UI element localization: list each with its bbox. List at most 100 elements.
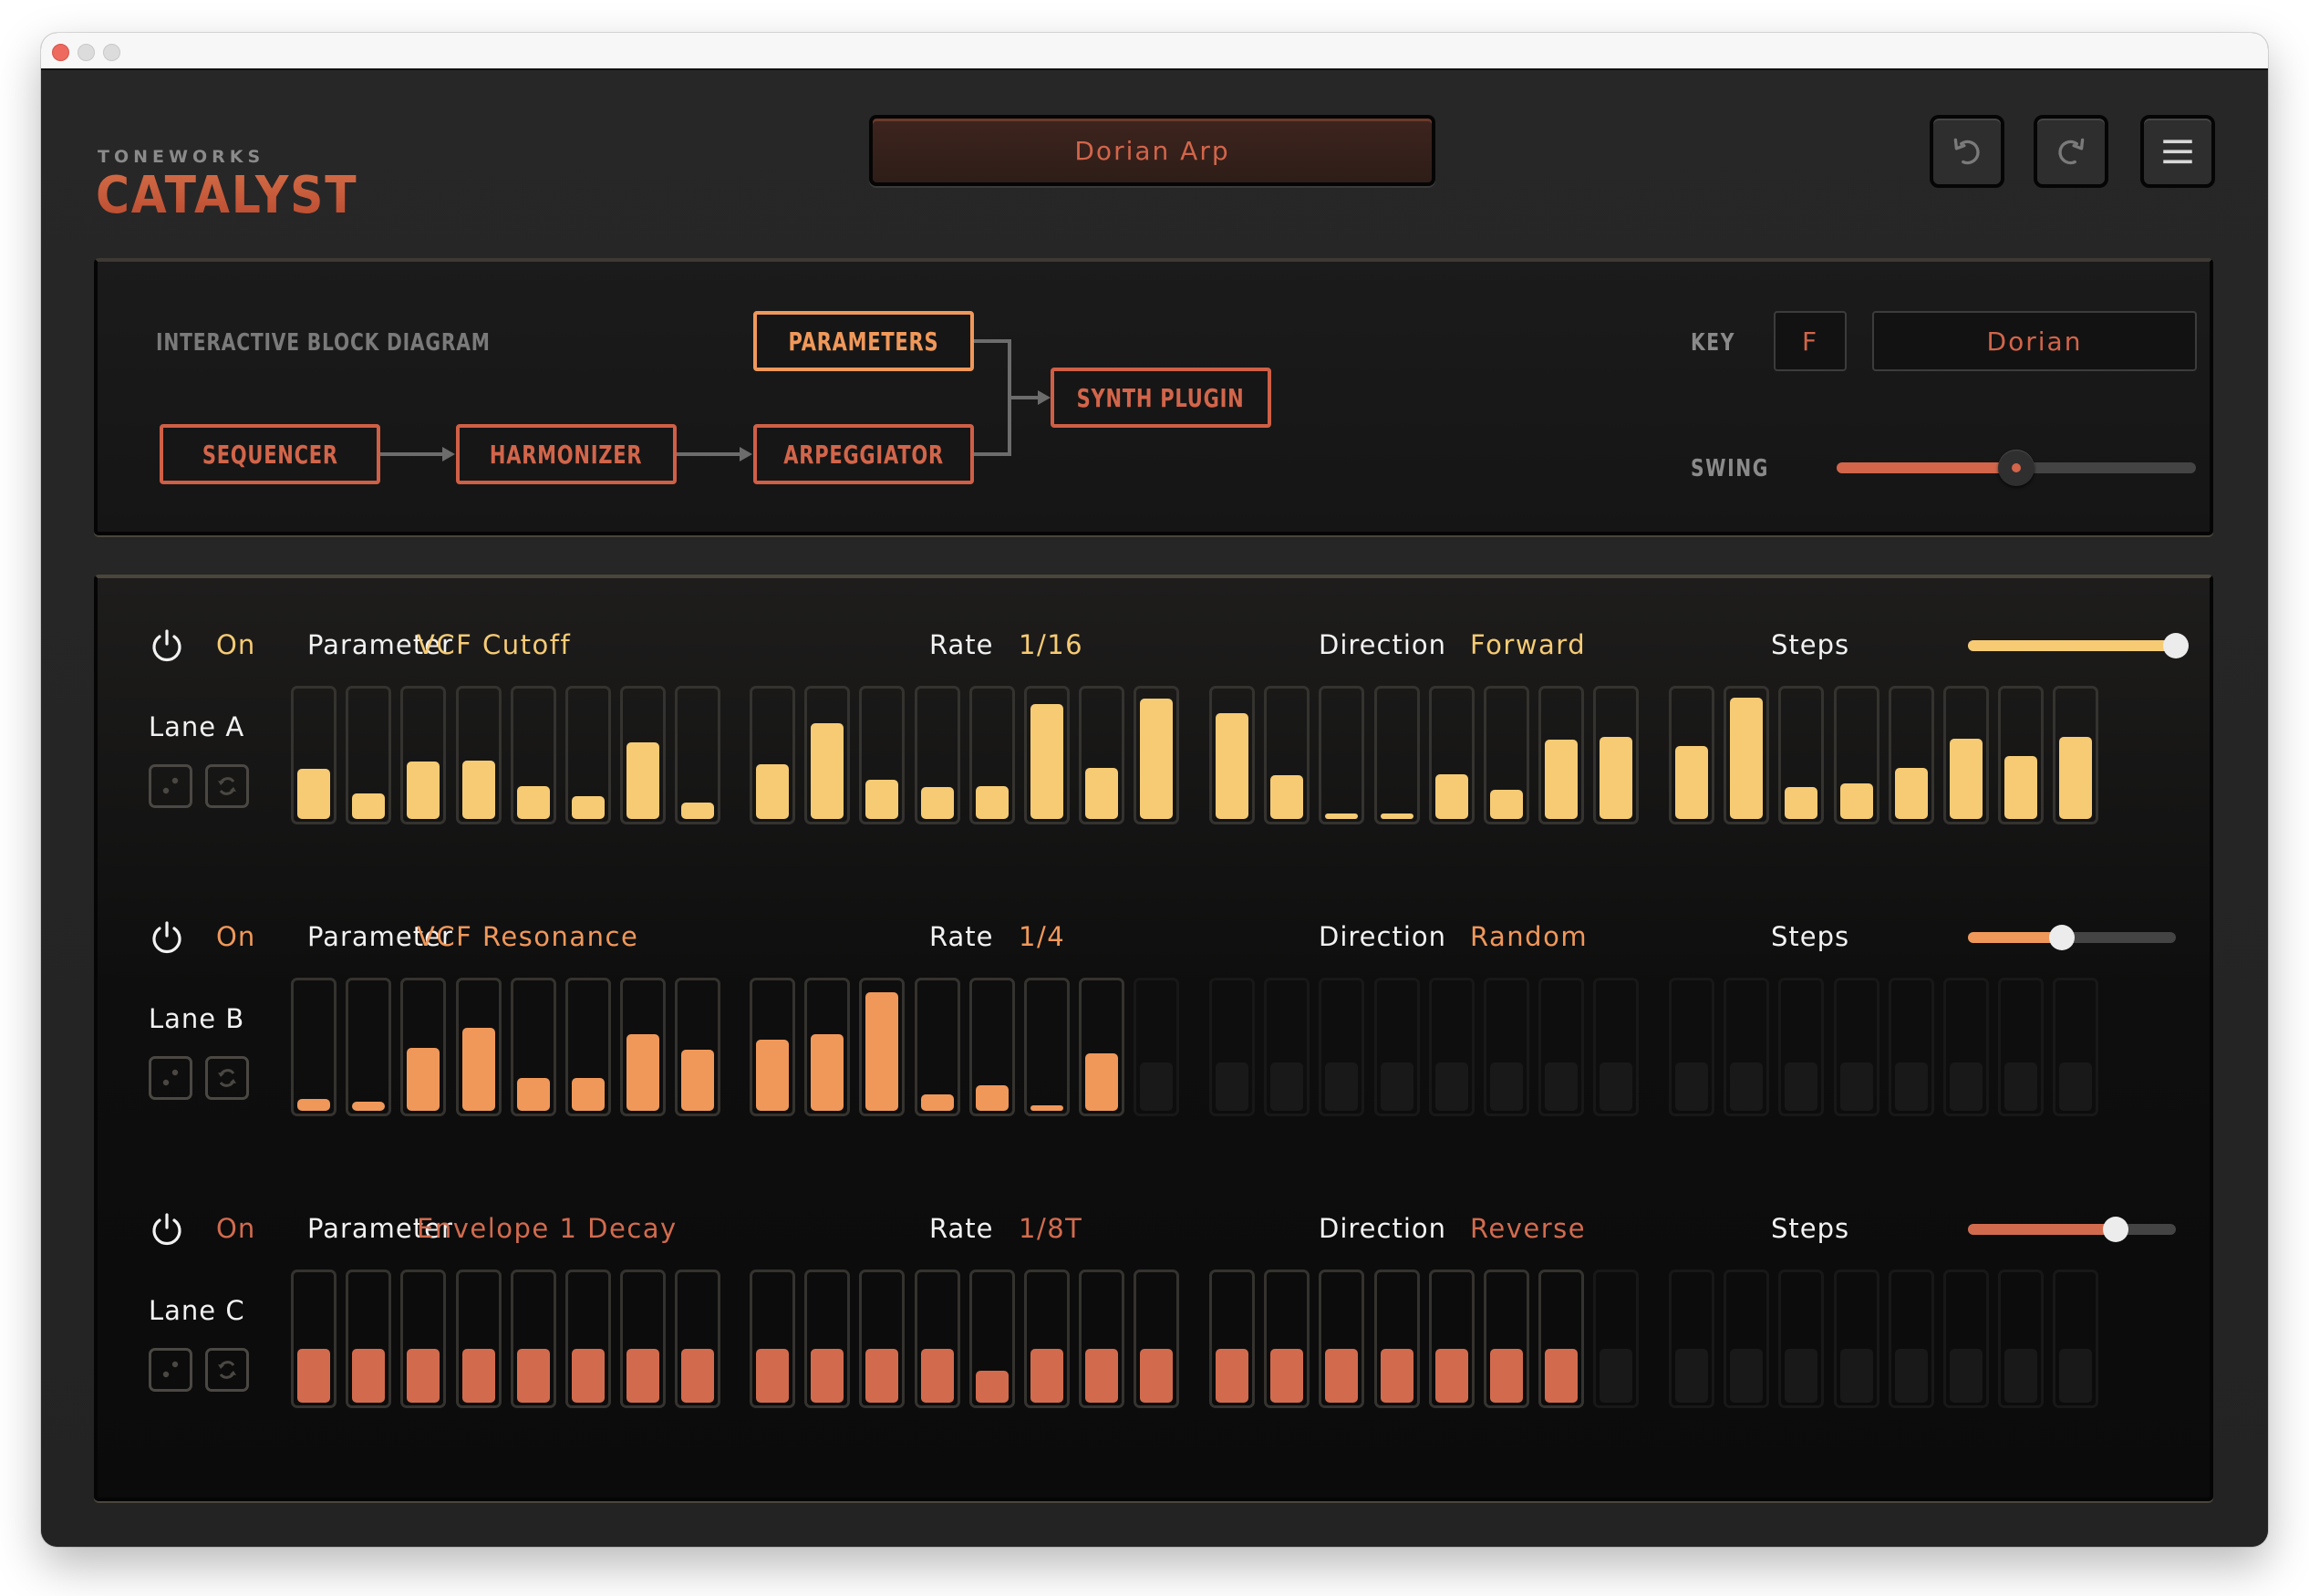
step-slot-2[interactable] [346, 1270, 392, 1408]
step-slot-17[interactable] [1209, 978, 1255, 1116]
step-slot-18[interactable] [1264, 1270, 1310, 1408]
rate-value[interactable]: 1/8T [1019, 1213, 1082, 1244]
step-slot-6[interactable] [565, 1270, 611, 1408]
redo-button[interactable] [2034, 115, 2108, 188]
step-slot-32[interactable] [2053, 686, 2099, 824]
step-slot-9[interactable] [750, 1270, 795, 1408]
step-slot-24[interactable] [1593, 1270, 1640, 1408]
step-slot-27[interactable] [1778, 978, 1825, 1116]
step-slot-13[interactable] [968, 1270, 1015, 1408]
step-slot-28[interactable] [1833, 1270, 1879, 1408]
step-slot-19[interactable] [1319, 978, 1365, 1116]
step-slot-12[interactable] [914, 1270, 960, 1408]
step-slot-19[interactable] [1319, 1270, 1365, 1408]
step-slot-15[interactable] [1079, 978, 1125, 1116]
step-slot-29[interactable] [1888, 978, 1934, 1116]
steps-slider[interactable] [1968, 633, 2189, 658]
step-slot-27[interactable] [1778, 686, 1825, 824]
step-slot-22[interactable] [1484, 686, 1529, 824]
block-harmonizer[interactable]: HARMONIZER [456, 424, 677, 484]
step-slot-16[interactable] [1134, 978, 1180, 1116]
step-slot-26[interactable] [1724, 686, 1770, 824]
block-arpeggiator[interactable]: ARPEGGIATOR [753, 424, 974, 484]
step-slot-31[interactable] [1998, 978, 2045, 1116]
rate-value[interactable]: 1/16 [1019, 629, 1083, 660]
step-slot-5[interactable] [510, 978, 556, 1116]
step-slot-2[interactable] [346, 686, 392, 824]
step-slot-28[interactable] [1833, 686, 1879, 824]
step-slot-23[interactable] [1538, 978, 1585, 1116]
parameter-value[interactable]: VCF Resonance [417, 921, 638, 952]
step-slot-5[interactable] [510, 1270, 556, 1408]
step-slot-16[interactable] [1134, 686, 1180, 824]
step-slot-10[interactable] [804, 686, 851, 824]
maximize-window-button[interactable] [103, 44, 120, 61]
step-slot-15[interactable] [1079, 1270, 1125, 1408]
step-slot-4[interactable] [455, 1270, 502, 1408]
step-slot-21[interactable] [1428, 1270, 1475, 1408]
rate-value[interactable]: 1/4 [1019, 921, 1065, 952]
step-slot-1[interactable] [291, 686, 337, 824]
step-slot-14[interactable] [1024, 686, 1070, 824]
direction-value[interactable]: Random [1470, 921, 1588, 952]
steps-slider-thumb[interactable] [2048, 925, 2075, 950]
step-slot-13[interactable] [968, 978, 1015, 1116]
step-slot-15[interactable] [1079, 686, 1125, 824]
preset-selector[interactable]: Dorian Arp [869, 115, 1435, 186]
step-slot-25[interactable] [1669, 686, 1714, 824]
step-slot-30[interactable] [1943, 978, 1989, 1116]
menu-button[interactable] [2140, 115, 2215, 188]
step-slot-27[interactable] [1778, 1270, 1825, 1408]
step-slot-6[interactable] [565, 978, 611, 1116]
step-slot-13[interactable] [968, 686, 1015, 824]
step-slot-9[interactable] [750, 686, 795, 824]
step-slot-29[interactable] [1888, 1270, 1934, 1408]
step-slot-25[interactable] [1669, 978, 1714, 1116]
step-slot-18[interactable] [1264, 978, 1310, 1116]
steps-slider[interactable] [1968, 925, 2176, 950]
steps-slider-thumb[interactable] [2163, 633, 2189, 658]
step-slot-8[interactable] [675, 686, 721, 824]
step-slot-10[interactable] [804, 978, 851, 1116]
step-slot-26[interactable] [1724, 1270, 1770, 1408]
key-root-selector[interactable]: F [1774, 311, 1847, 371]
step-slot-5[interactable] [510, 686, 556, 824]
parameter-value[interactable]: VCF Cutoff [417, 629, 571, 660]
step-slot-11[interactable] [859, 686, 906, 824]
step-slot-11[interactable] [859, 1270, 906, 1408]
power-toggle[interactable] [149, 1211, 185, 1248]
step-slot-20[interactable] [1373, 686, 1420, 824]
step-slot-24[interactable] [1593, 978, 1640, 1116]
step-slot-22[interactable] [1484, 1270, 1529, 1408]
step-slot-17[interactable] [1209, 1270, 1255, 1408]
direction-value[interactable]: Reverse [1470, 1213, 1586, 1244]
step-slot-32[interactable] [2053, 1270, 2099, 1408]
step-slot-31[interactable] [1998, 686, 2045, 824]
step-slot-1[interactable] [291, 1270, 337, 1408]
step-slot-14[interactable] [1024, 1270, 1070, 1408]
step-slot-30[interactable] [1943, 686, 1989, 824]
steps-slider-thumb[interactable] [2102, 1217, 2128, 1242]
minimize-window-button[interactable] [78, 44, 95, 61]
step-slot-12[interactable] [914, 978, 960, 1116]
step-slot-28[interactable] [1833, 978, 1879, 1116]
step-slot-20[interactable] [1373, 978, 1420, 1116]
step-slot-3[interactable] [400, 1270, 447, 1408]
step-slot-8[interactable] [675, 1270, 721, 1408]
step-slot-1[interactable] [291, 978, 337, 1116]
step-slot-14[interactable] [1024, 978, 1070, 1116]
parameter-value[interactable]: Envelope 1 Decay [417, 1213, 678, 1244]
step-slot-17[interactable] [1209, 686, 1255, 824]
step-slot-6[interactable] [565, 686, 611, 824]
step-slot-7[interactable] [620, 686, 667, 824]
step-slot-26[interactable] [1724, 978, 1770, 1116]
step-slot-20[interactable] [1373, 1270, 1420, 1408]
step-slot-11[interactable] [859, 978, 906, 1116]
step-slot-19[interactable] [1319, 686, 1365, 824]
close-window-button[interactable] [52, 44, 69, 61]
step-slot-9[interactable] [750, 978, 795, 1116]
swing-slider[interactable] [1837, 450, 2196, 486]
step-slot-23[interactable] [1538, 1270, 1585, 1408]
step-slot-24[interactable] [1593, 686, 1640, 824]
step-slot-8[interactable] [675, 978, 721, 1116]
